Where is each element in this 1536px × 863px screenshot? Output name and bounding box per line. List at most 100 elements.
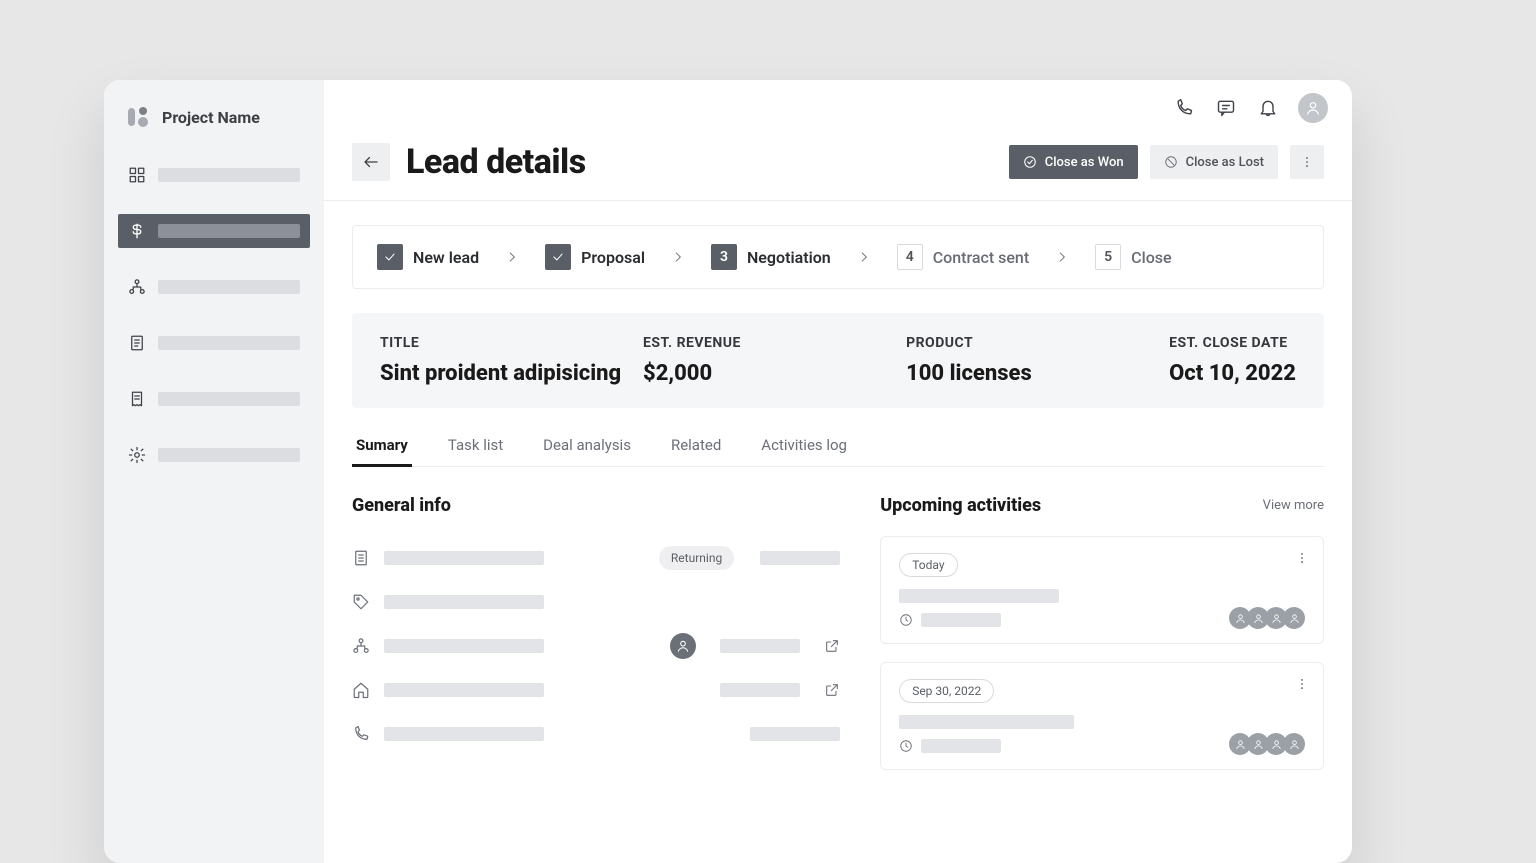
activity-attendees	[1233, 733, 1305, 755]
tab-activities-log[interactable]: Activities log	[757, 426, 851, 466]
check-icon	[545, 244, 571, 270]
topbar	[324, 80, 1352, 136]
step-label: Close	[1131, 248, 1171, 267]
summary-title-col: TITLE Sint proident adipisicing	[380, 335, 603, 386]
summary-title-value: Sint proident adipisicing	[380, 361, 603, 386]
activity-date-badge: Today	[899, 553, 957, 577]
activity-card[interactable]: Today	[880, 536, 1324, 644]
tab-summary[interactable]: Sumary	[352, 426, 412, 466]
nav-item-settings[interactable]	[118, 438, 310, 472]
attendee-avatar[interactable]	[1283, 607, 1305, 629]
view-more-link[interactable]: View more	[1263, 498, 1324, 513]
general-info-section: General info Returning	[352, 495, 840, 788]
summary-close-date-col: EST. CLOSE DATE Oct 10, 2022	[1169, 335, 1296, 386]
step-proposal[interactable]: Proposal	[545, 244, 645, 270]
stage-stepper: New lead Proposal 3 Negotiation	[352, 225, 1324, 289]
activity-card[interactable]: Sep 30, 2022	[880, 662, 1324, 770]
tabs: Sumary Task list Deal analysis Related A…	[352, 426, 1324, 467]
attendee-avatar[interactable]	[1283, 733, 1305, 755]
step-number: 4	[897, 244, 923, 270]
nav-label-placeholder	[158, 224, 300, 238]
home-icon	[352, 681, 370, 699]
info-row-owner	[352, 624, 840, 668]
summary-title-label: TITLE	[380, 335, 603, 351]
person-avatar[interactable]	[670, 633, 696, 659]
tab-content: General info Returning	[324, 467, 1352, 788]
building-icon	[352, 549, 370, 567]
main-content: Lead details Close as Won Close as Lost	[324, 80, 1352, 863]
activity-attendees	[1233, 607, 1305, 629]
summary-card: TITLE Sint proident adipisicing EST. REV…	[352, 313, 1324, 408]
document-icon	[128, 334, 146, 352]
back-button[interactable]	[352, 143, 390, 181]
phone-icon[interactable]	[1172, 96, 1196, 120]
tab-related[interactable]: Related	[667, 426, 725, 466]
summary-product-label: PRODUCT	[906, 335, 1129, 351]
chat-icon[interactable]	[1214, 96, 1238, 120]
tab-task-list[interactable]: Task list	[444, 426, 507, 466]
info-row-company: Returning	[352, 536, 840, 580]
more-icon[interactable]	[1295, 551, 1309, 565]
phone-icon	[352, 725, 370, 743]
step-new-lead[interactable]: New lead	[377, 244, 479, 270]
external-link-icon[interactable]	[824, 682, 840, 698]
nav-item-dashboard[interactable]	[118, 158, 310, 192]
info-value-placeholder	[750, 727, 840, 741]
info-value-placeholder	[384, 639, 544, 653]
activity-time-placeholder	[921, 613, 1001, 627]
step-number: 5	[1095, 244, 1121, 270]
logo-icon	[126, 104, 152, 130]
nav-label-placeholder	[158, 336, 300, 350]
tab-deal-analysis[interactable]: Deal analysis	[539, 426, 635, 466]
nav-label-placeholder	[158, 168, 300, 182]
info-value-placeholder	[760, 551, 840, 565]
grid-icon	[128, 166, 146, 184]
nav-item-org[interactable]	[118, 270, 310, 304]
chevron-right-icon	[1055, 250, 1069, 264]
step-close[interactable]: 5 Close	[1095, 244, 1171, 270]
nav-item-leads[interactable]	[118, 214, 310, 248]
org-chart-icon	[128, 278, 146, 296]
nav-label-placeholder	[158, 280, 300, 294]
close-as-won-button[interactable]: Close as Won	[1009, 145, 1138, 179]
activity-date-badge: Sep 30, 2022	[899, 679, 994, 703]
chevron-right-icon	[671, 250, 685, 264]
more-icon[interactable]	[1295, 677, 1309, 691]
summary-revenue-label: EST. REVENUE	[643, 335, 866, 351]
summary-product-col: PRODUCT 100 licenses	[906, 335, 1129, 386]
nav-item-documents[interactable]	[118, 326, 310, 360]
header-actions: Close as Won Close as Lost	[1009, 145, 1324, 179]
activity-title-placeholder	[899, 715, 1074, 729]
bell-icon[interactable]	[1256, 96, 1280, 120]
info-row-tag	[352, 580, 840, 624]
close-as-lost-button[interactable]: Close as Lost	[1150, 145, 1278, 179]
clock-icon	[899, 613, 913, 627]
more-actions-button[interactable]	[1290, 145, 1324, 179]
step-negotiation[interactable]: 3 Negotiation	[711, 244, 831, 270]
summary-product-value: 100 licenses	[906, 361, 1129, 386]
info-value-placeholder	[384, 551, 544, 565]
nav-item-invoices[interactable]	[118, 382, 310, 416]
external-link-icon[interactable]	[824, 638, 840, 654]
info-value-placeholder	[384, 683, 544, 697]
check-icon	[377, 244, 403, 270]
close-as-won-label: Close as Won	[1045, 155, 1124, 170]
upcoming-activities-title: Upcoming activities	[880, 495, 1041, 516]
project-name: Project Name	[162, 108, 260, 127]
tag-icon	[352, 593, 370, 611]
returning-badge: Returning	[659, 546, 734, 570]
chevron-right-icon	[505, 250, 519, 264]
step-contract-sent[interactable]: 4 Contract sent	[897, 244, 1029, 270]
info-value-placeholder	[720, 683, 800, 697]
close-as-lost-label: Close as Lost	[1186, 155, 1264, 170]
content-area: New lead Proposal 3 Negotiation	[324, 201, 1352, 788]
user-avatar[interactable]	[1298, 93, 1328, 123]
nav-label-placeholder	[158, 392, 300, 406]
summary-close-date-value: Oct 10, 2022	[1169, 361, 1296, 386]
info-value-placeholder	[384, 595, 544, 609]
activity-time-placeholder	[921, 739, 1001, 753]
app-window: Project Name	[104, 80, 1352, 863]
step-label: New lead	[413, 248, 479, 267]
page-header: Lead details Close as Won Close as Lost	[324, 136, 1352, 200]
sidebar: Project Name	[104, 80, 324, 863]
